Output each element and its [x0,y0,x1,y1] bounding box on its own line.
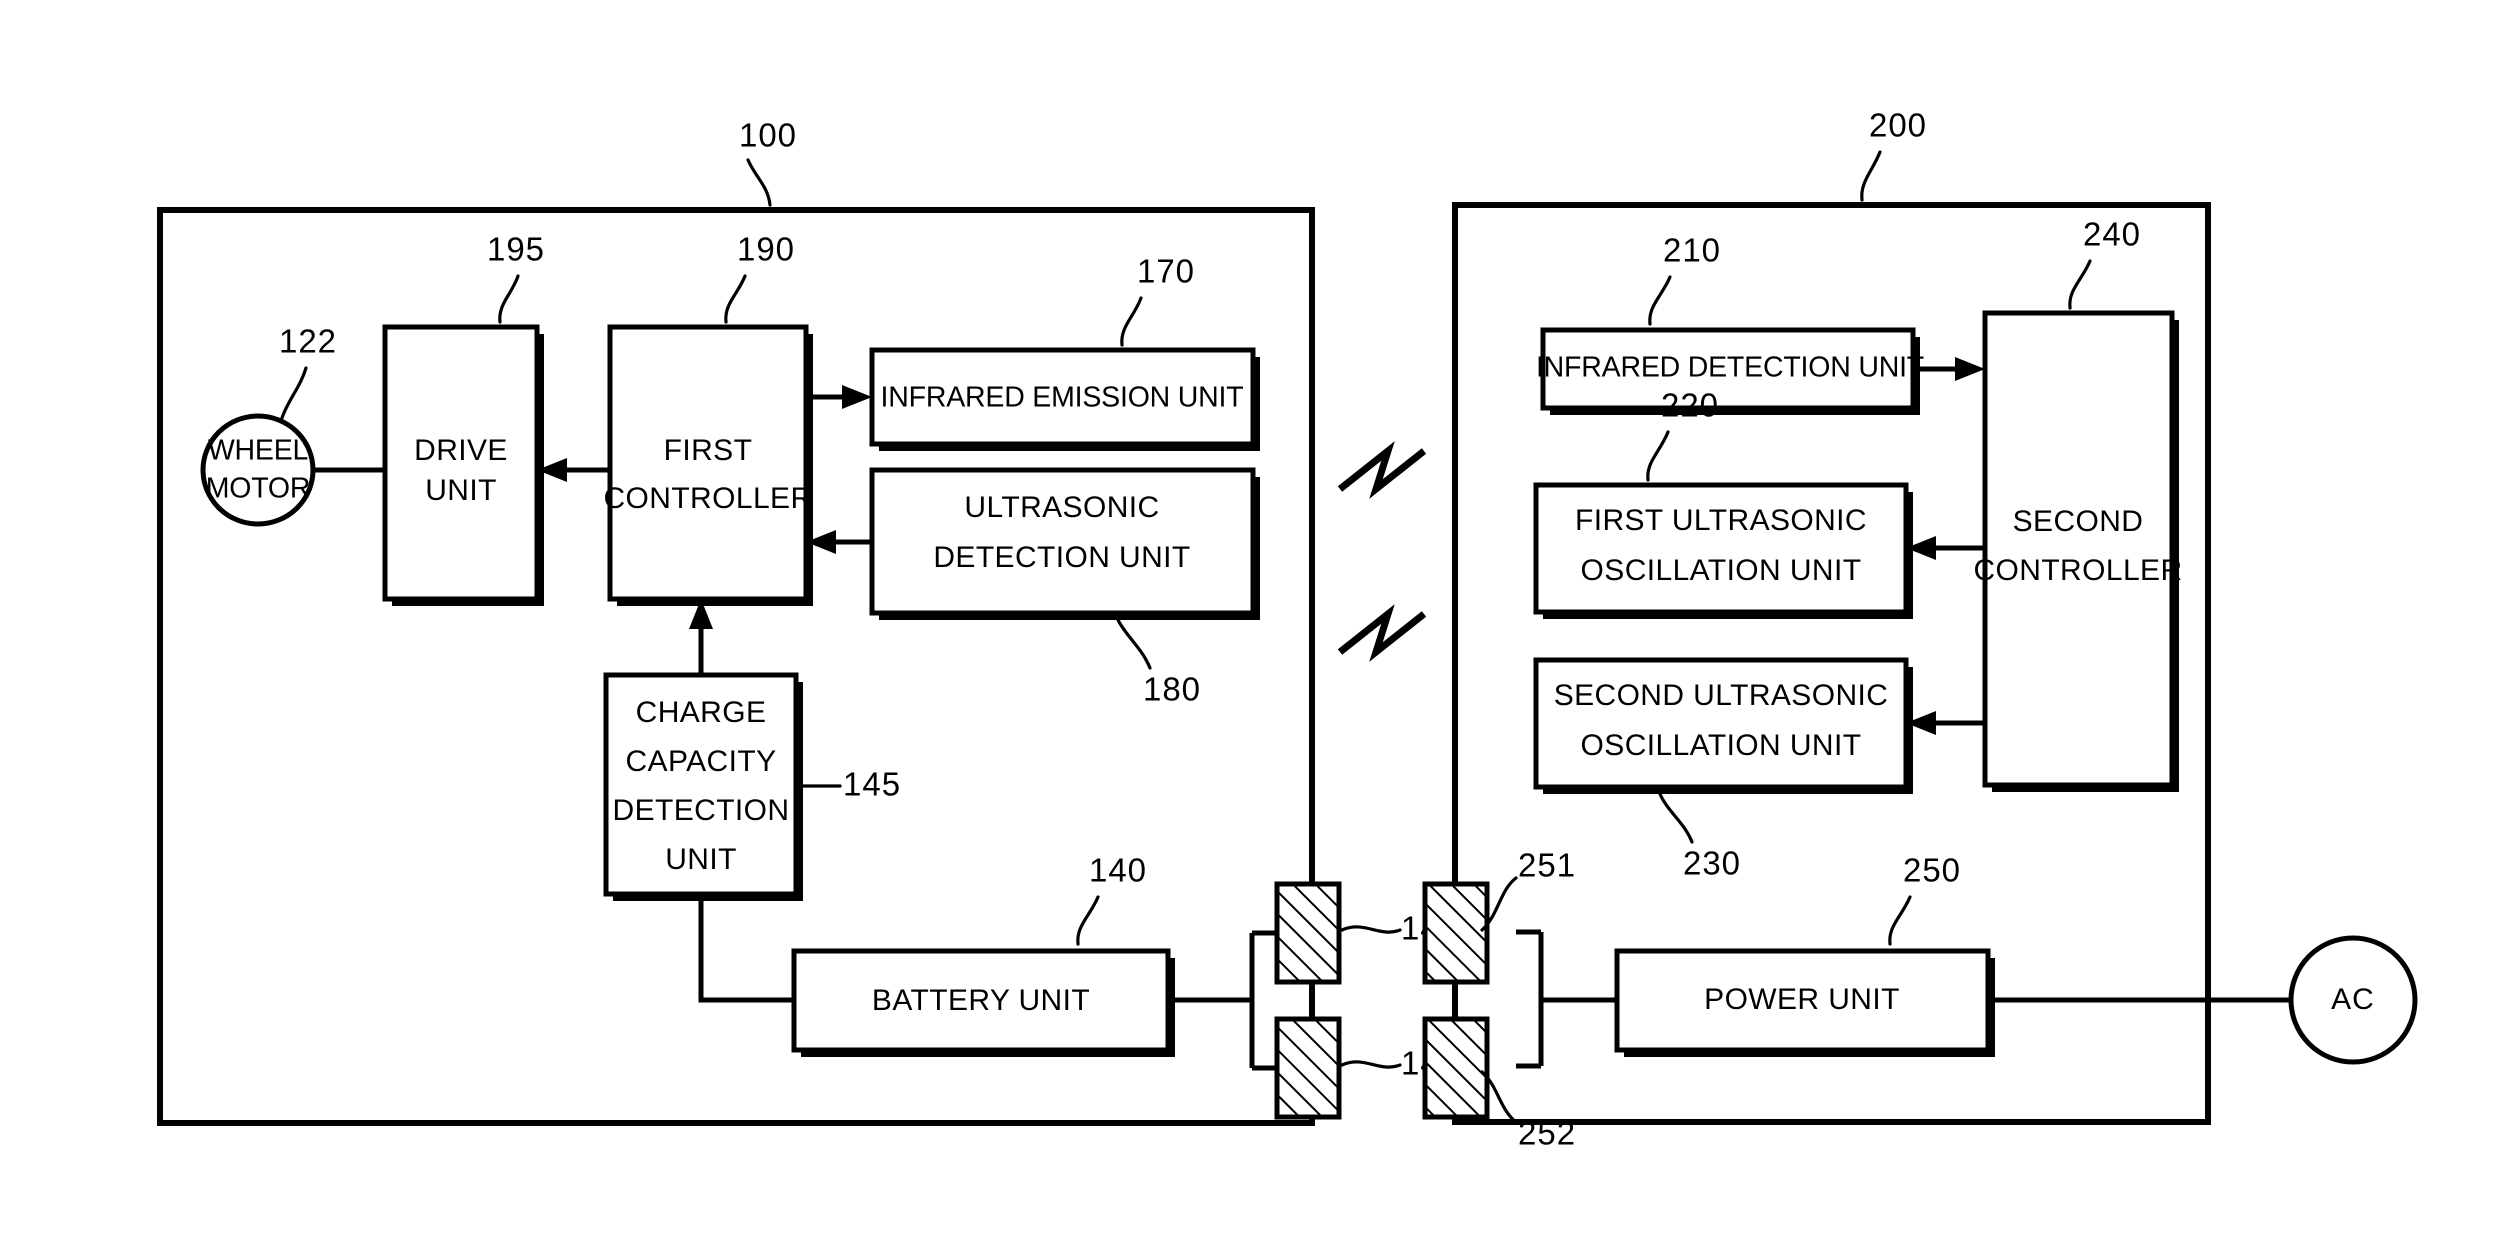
leader-line-170 [1120,296,1143,347]
second-controller-label-line1: SECOND [2013,505,2144,538]
block-infrared-emission-unit: INFRARED EMISSION UNIT 170 [869,253,1260,451]
ref-numeral-190: 190 [737,231,795,268]
ref-numeral-252: 252 [1518,1115,1576,1152]
infrared-emission-unit-label: INFRARED EMISSION UNIT [881,382,1244,414]
ref-numeral-220: 220 [1661,387,1719,424]
block-power-unit: POWER UNIT 250 [1614,852,1995,1057]
ref-numeral-195: 195 [487,231,545,268]
ref-numeral-100: 100 [739,117,797,154]
second-controller-label-line2: CONTROLLER [1973,554,2182,587]
wheel-motor-ellipse [200,413,316,527]
patent-figure: 100 WHEEL MOTOR 122 DRIVE UNIT 195 FIRST… [0,0,2500,1256]
leader-line-140 [1076,895,1100,946]
ref-numeral-180: 180 [1143,671,1201,708]
wheel-motor-label-line1: WHEEL [208,435,308,467]
terminal-251: 251 [1422,847,1576,985]
arrowhead-infraredemission [842,385,872,409]
leader-line-190 [724,274,747,324]
terminal-142-rect [1274,1016,1342,1120]
leader-line-122 [280,366,308,420]
block-second-ultrasonic-oscillation-unit: SECOND ULTRASONIC OSCILLATION UNIT 230 [1533,657,1913,882]
block-charge-capacity-detection-unit: CHARGE CAPACITY DETECTION UNIT 145 [603,672,901,901]
leader-line-141 [1340,925,1402,934]
wireless-zigzag-lower [1337,604,1427,662]
block-infrared-detection-unit: INFRARED DETECTION UNIT 210 [1536,232,1924,415]
leader-line-240 [2068,259,2092,310]
terminal-252: 252 [1422,1016,1576,1152]
ref-numeral-251: 251 [1518,847,1576,884]
ref-numeral-240: 240 [2083,216,2141,253]
block-diagram-canvas: 100 WHEEL MOTOR 122 DRIVE UNIT 195 FIRST… [157,107,2418,1152]
block-wheel-motor: WHEEL MOTOR 122 [200,323,337,527]
leader-line-200 [1860,150,1882,202]
ultrasonic-detection-unit-label-line1: ULTRASONIC [964,491,1159,524]
block-second-controller: SECOND CONTROLLER 240 [1973,216,2182,792]
ultrasonic-detection-unit-label-line2: DETECTION UNIT [933,541,1190,574]
terminal-251-rect [1422,881,1490,985]
second-controller-rect [1982,310,2175,788]
first-controller-label-line1: FIRST [664,434,753,467]
leader-line-220 [1646,430,1670,482]
block-ultrasonic-detection-unit: ULTRASONIC DETECTION UNIT 180 [869,467,1260,708]
wireless-link-upper [1337,441,1427,499]
wire-batteryunit-chargecapacity [698,894,794,1003]
block-ac-source: AC [2288,935,2418,1065]
drive-unit-label-line2: UNIT [425,474,497,507]
wireless-link-lower [1337,604,1427,662]
block-drive-unit: DRIVE UNIT 195 [382,231,545,606]
block-first-controller: FIRST CONTROLLER 190 [603,231,813,606]
ref-numeral-140: 140 [1089,852,1147,889]
charge-capacity-label-line2: CAPACITY [625,745,776,778]
ac-source-label: AC [2331,983,2375,1016]
arrowhead-secondcontroller-in [1955,357,1985,381]
leader-line-230 [1658,792,1694,844]
ref-numeral-210: 210 [1663,232,1721,269]
leader-line-100 [746,158,772,207]
second-ultrasonic-label-line1: SECOND ULTRASONIC [1554,679,1889,712]
block-first-ultrasonic-oscillation-unit: FIRST ULTRASONIC OSCILLATION UNIT 220 [1533,387,1913,619]
drive-unit-label-line1: DRIVE [414,434,508,467]
wireless-zigzag-upper [1337,441,1427,499]
ref-numeral-170: 170 [1137,253,1195,290]
terminal-141-rect [1274,881,1342,985]
ref-numeral-122: 122 [279,323,337,360]
second-ultrasonic-label-line2: OSCILLATION UNIT [1581,729,1862,762]
ref-numeral-145: 145 [843,766,901,803]
ref-numeral-250: 250 [1903,852,1961,889]
charge-capacity-label-line4: UNIT [665,843,737,876]
leader-line-250 [1888,895,1912,946]
leader-line-195 [498,274,520,324]
battery-unit-label: BATTERY UNIT [872,984,1090,1017]
charge-capacity-label-line3: DETECTION [613,794,790,827]
wheel-motor-label-line2: MOTOR [206,473,311,505]
first-ultrasonic-label-line1: FIRST ULTRASONIC [1575,504,1867,537]
power-unit-label: POWER UNIT [1704,983,1900,1016]
infrared-detection-unit-label: INFRARED DETECTION UNIT [1536,352,1924,384]
leader-line-142 [1340,1060,1402,1069]
leader-line-180 [1116,618,1152,670]
ref-numeral-230: 230 [1683,845,1741,882]
ref-numeral-200: 200 [1869,107,1927,144]
first-ultrasonic-label-line2: OSCILLATION UNIT [1581,554,1862,587]
block-battery-unit: BATTERY UNIT 140 [791,852,1175,1057]
charge-capacity-label-line1: CHARGE [636,696,767,729]
leader-line-210 [1648,275,1672,326]
first-controller-label-line2: CONTROLLER [603,482,812,515]
terminal-252-rect [1422,1016,1490,1120]
